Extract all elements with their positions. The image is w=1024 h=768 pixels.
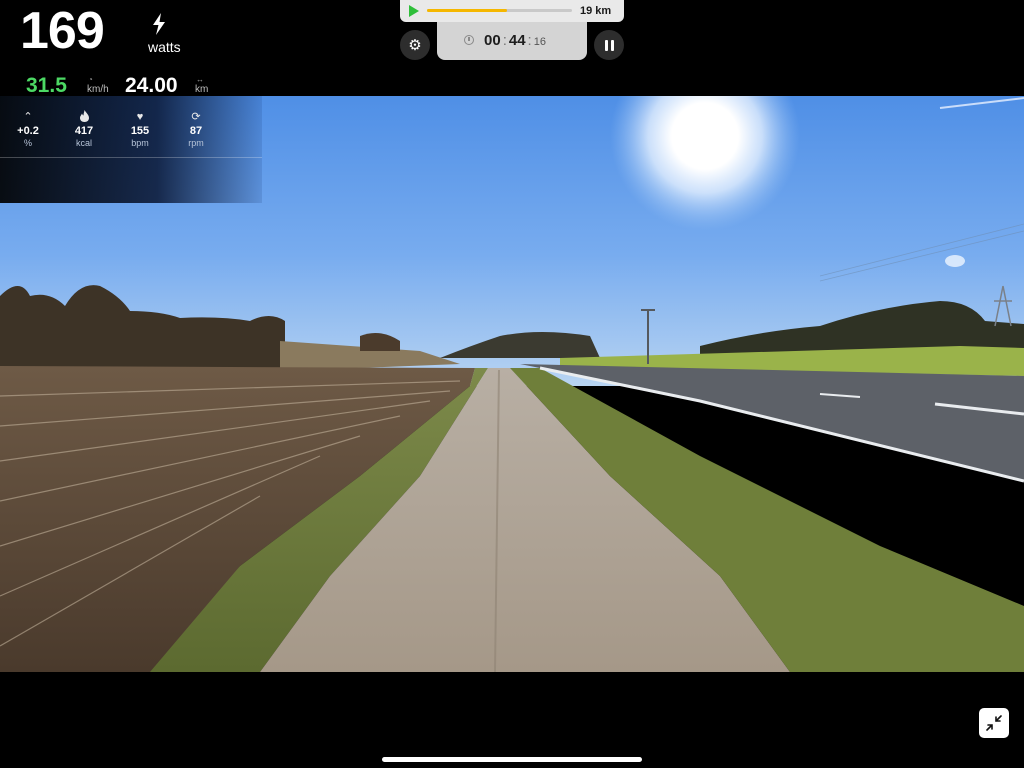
cadence-icon: ⟳ <box>191 111 201 123</box>
calories-unit: kcal <box>75 138 92 148</box>
bolt-icon <box>153 13 165 35</box>
distance-unit: km <box>195 84 209 95</box>
incline-unit: % <box>23 138 32 148</box>
metric-incline: ⌃ +0.2 % <box>8 110 48 149</box>
metrics-divider <box>0 157 262 158</box>
incline-value: +0.2 <box>17 125 39 137</box>
route-icon: ↔ <box>196 75 204 84</box>
speed-unit: km/h <box>87 84 109 95</box>
clock-icon <box>464 35 474 45</box>
metric-cadence: ⟳ 87 rpm <box>176 110 216 149</box>
elapsed-timer: 00:44:16 <box>484 32 546 49</box>
pause-icon <box>604 39 614 51</box>
route-progress-bar <box>427 9 572 12</box>
settings-button[interactable]: ⚙ <box>400 30 430 60</box>
timer-hours: 00 <box>484 32 501 49</box>
collapse-arrows-icon <box>986 715 1002 731</box>
flame-icon <box>64 110 104 124</box>
metric-calories: 417 kcal <box>64 110 104 149</box>
speedometer-icon: ◔ <box>88 75 93 84</box>
cadence-unit: rpm <box>188 138 204 148</box>
distance-value: 24.00 <box>125 74 178 97</box>
route-total-distance: 19 km <box>580 5 612 17</box>
power-value: 169 <box>20 2 105 60</box>
power-unit: watts <box>148 39 181 55</box>
metric-heart-rate: ♥ 155 bpm <box>120 110 160 149</box>
speed-value: 31.5 <box>26 74 67 97</box>
home-indicator[interactable] <box>382 757 642 762</box>
cadence-value: 87 <box>189 125 203 137</box>
calories-value: 417 <box>74 125 94 137</box>
timer-seconds: 16 <box>533 36 546 48</box>
gear-icon: ⚙ <box>408 36 422 54</box>
incline-icon: ⌃ <box>23 111 33 123</box>
heart-rate-unit: bpm <box>131 138 149 148</box>
heart-rate-value: 155 <box>130 125 150 137</box>
heart-icon: ♥ <box>136 111 144 123</box>
timer-minutes: 44 <box>508 32 526 49</box>
ride-screen: 169 watts 31.5 ◔ km/h 24.00 ↔ km ⌃ +0.2 … <box>0 0 1024 768</box>
collapse-button[interactable] <box>979 708 1009 738</box>
play-icon <box>409 5 419 17</box>
route-progress-fill <box>427 9 507 12</box>
pause-button[interactable] <box>594 30 624 60</box>
